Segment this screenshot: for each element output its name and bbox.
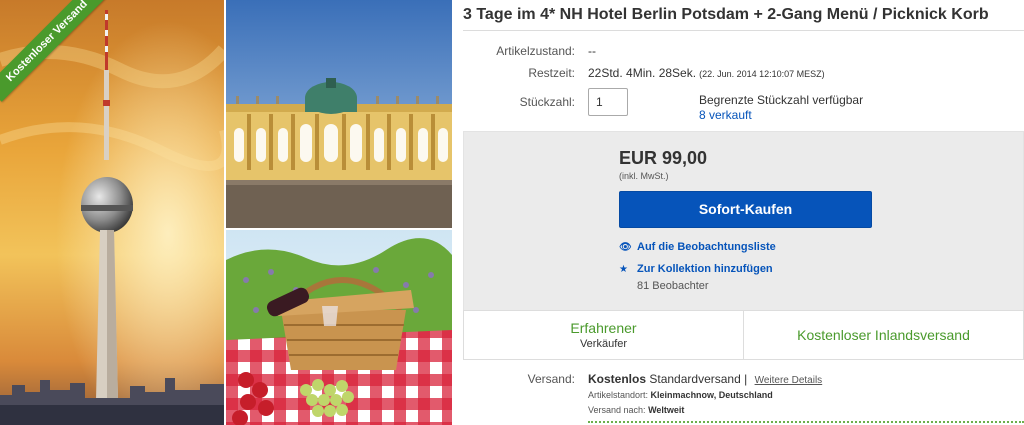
picnic-basket-image[interactable] <box>226 230 452 425</box>
ships-to-value: Weltweit <box>648 405 685 415</box>
item-location-label: Artikelstandort: <box>588 390 649 400</box>
time-left-value: 22Std. 4Min. 28Sek. (22. Jun. 2014 12:10:… <box>588 66 825 80</box>
palace-image[interactable] <box>226 0 452 228</box>
quantity-label: Stückzahl: <box>519 95 575 109</box>
quantity-input[interactable]: 1 <box>588 88 628 116</box>
sold-count-link[interactable]: 8 verkauft <box>699 108 752 122</box>
vat-note: (inkl. MwSt.) <box>619 171 669 181</box>
seller-badge-sub: Verkäufer <box>579 338 628 350</box>
quantity-available: Begrenzte Stückzahl verfügbar <box>699 93 864 107</box>
listing-page: Kostenloser Versand 3 Tage im 4* NH Hote… <box>0 0 1024 425</box>
time-left-label: Restzeit: <box>528 66 575 80</box>
ships-to: Versand nach: Weltweit <box>588 405 684 415</box>
tv-tower-image[interactable]: Kostenloser Versand <box>0 0 224 425</box>
condition-label: Artikelzustand: <box>496 44 575 58</box>
collection-label: Zur Kollektion hinzufügen <box>637 263 773 275</box>
item-location-value: Kleinmachnow, Deutschland <box>650 390 773 400</box>
seller-badge-main: Erfahrener <box>570 320 637 336</box>
free-domestic-shipping-text: Kostenloser Inlandsversand <box>797 327 970 343</box>
shipping-summary: Kostenlos Standardversand | Weitere Deta… <box>588 372 822 386</box>
shipping-details-link[interactable]: Weitere Details <box>755 375 823 386</box>
item-location: Artikelstandort: Kleinmachnow, Deutschla… <box>588 390 773 400</box>
condition-value: -- <box>588 44 596 58</box>
shipping-cost: Kostenlos <box>588 372 647 386</box>
watcher-count: 81 Beobachter <box>637 280 709 292</box>
ships-to-label: Versand nach: <box>588 405 646 415</box>
listing-title: 3 Tage im 4* NH Hotel Berlin Potsdam + 2… <box>463 6 989 23</box>
title-divider <box>463 30 1024 31</box>
end-date: (22. Jun. 2014 12:10:07 MESZ) <box>699 69 825 79</box>
watchlist-link[interactable]: 👁 Auf die Beobachtungsliste <box>619 241 776 253</box>
price: EUR 99,00 <box>619 148 708 168</box>
time-left-countdown: 22Std. 4Min. 28Sek. <box>588 66 697 80</box>
dotted-divider <box>588 421 1024 423</box>
shipping-label: Versand: <box>527 372 575 386</box>
buy-box: EUR 99,00 (inkl. MwSt.) Sofort-Kaufen 👁 A… <box>463 131 1024 311</box>
image-gallery: Kostenloser Versand <box>0 0 452 425</box>
free-domestic-shipping-badge: Kostenloser Inlandsversand <box>743 310 1024 360</box>
collection-link[interactable]: ★ Zur Kollektion hinzufügen <box>619 263 773 275</box>
listing-details: 3 Tage im 4* NH Hotel Berlin Potsdam + 2… <box>463 0 1024 425</box>
seller-badge: Erfahrener Verkäufer <box>463 310 744 360</box>
shipping-method: Standardversand | <box>649 372 748 386</box>
star-icon: ★ <box>619 264 628 275</box>
buy-now-button[interactable]: Sofort-Kaufen <box>619 191 872 228</box>
watchlist-label: Auf die Beobachtungsliste <box>637 241 776 253</box>
eye-icon: 👁 <box>619 242 632 253</box>
